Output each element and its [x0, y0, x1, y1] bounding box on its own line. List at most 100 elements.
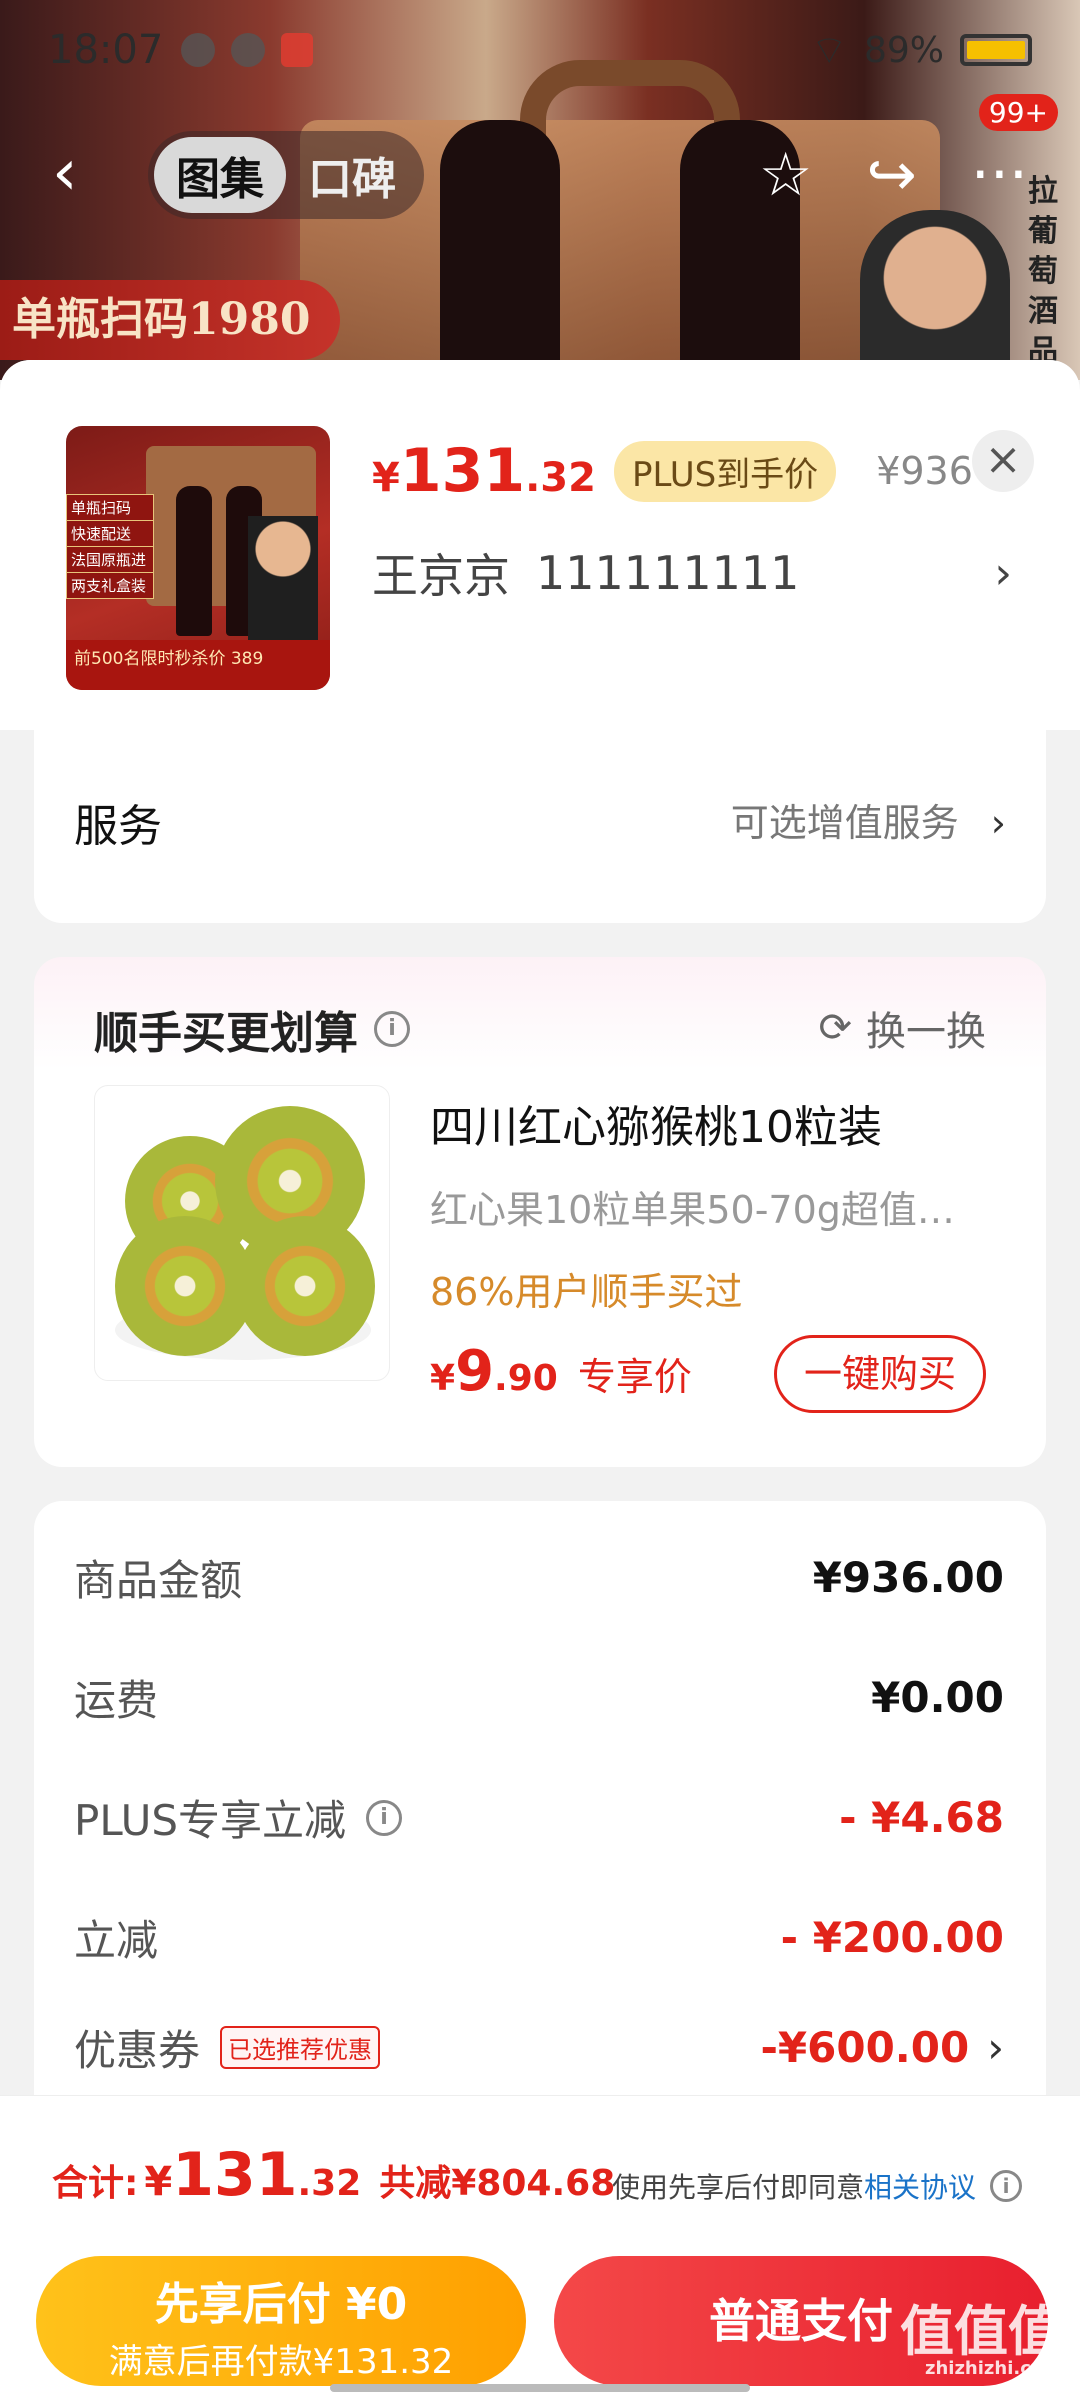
- agreement-row: 使用先享后付即同意相关协议 i: [612, 2166, 1022, 2206]
- chevron-right-icon: ›: [994, 547, 1012, 599]
- coupon-tag: 已选推荐优惠: [220, 2026, 381, 2069]
- service-value: 可选增值服务 ›: [731, 792, 1006, 847]
- rec-price-yen: ¥: [430, 1358, 456, 1399]
- summary-value: -¥600.00: [760, 2023, 970, 2072]
- info-icon[interactable]: i: [374, 1011, 410, 1047]
- summary-value: - ¥4.68: [839, 1793, 1004, 1842]
- plus-price-tag: PLUS到手价: [613, 440, 837, 502]
- more-dots-icon: ···: [970, 140, 1028, 210]
- battery-icon: [960, 34, 1032, 66]
- original-price: ¥936: [876, 449, 973, 493]
- thumb-label: 两支礼盒装: [66, 572, 154, 599]
- recommend-title: 顺手买更划算 i: [94, 997, 410, 1061]
- refresh-icon: ⟳: [818, 1005, 852, 1051]
- service-label: 服务: [74, 801, 162, 852]
- spokesperson-image: [860, 210, 1010, 380]
- rec-price-tag: 专享价: [577, 1355, 692, 1399]
- checkout-sheet: 单瓶扫码1980 快速配送 京东 法国原瓶进口 两支礼盒装 前500名限时秒杀价…: [0, 360, 1080, 2400]
- top-nav: ‹ 图集 口碑 ☆ ↪ ··· 99+: [0, 94, 1080, 230]
- address-name: 王京京: [372, 549, 510, 603]
- price-yen: ¥: [372, 455, 400, 501]
- address-phone: 111111111: [536, 546, 800, 600]
- service-value-text: 可选增值服务: [730, 801, 959, 845]
- chevron-right-icon: ›: [987, 2023, 1004, 2072]
- summary-row-plus-discount: PLUS专享立减 i - ¥4.68: [74, 1787, 1004, 1848]
- message-badge: 99+: [978, 94, 1058, 131]
- promo-ribbon: 单瓶扫码1980: [0, 280, 340, 360]
- final-price: ¥131.32: [372, 436, 596, 506]
- kiwi-product-image[interactable]: [94, 1085, 390, 1381]
- status-bar: 18:07 ⌔ 89%: [0, 0, 1080, 100]
- total-saved: 共减¥804.68: [379, 2163, 616, 2204]
- thumb-bottom-strip: 前500名限时秒杀价 389: [66, 640, 330, 690]
- recommend-bought-rate: 86%用户顺手买过: [430, 1270, 743, 1314]
- one-click-buy-button[interactable]: 一键购买: [774, 1335, 986, 1413]
- notification-icon: [181, 33, 216, 67]
- total-label: 合计:: [52, 2163, 139, 2204]
- close-button[interactable]: ×: [972, 430, 1034, 492]
- close-icon: ×: [984, 434, 1022, 485]
- price-row: ¥131.32 PLUS到手价 ¥936: [372, 436, 973, 506]
- summary-label: 商品金额: [74, 1556, 243, 1605]
- more-button[interactable]: ··· 99+: [970, 94, 1058, 210]
- pay-later-line2: 满意后再付款¥131.32: [108, 2342, 454, 2382]
- summary-label: 立减: [74, 1916, 159, 1965]
- kiwi-shape: [235, 1216, 375, 1356]
- summary-label-text: PLUS专享立减: [74, 1796, 347, 1845]
- watermark-sub: zhizhizhi.com: [924, 2358, 1062, 2379]
- summary-row-shipping: 运费 ¥0.00: [74, 1667, 1004, 1728]
- agreement-text: 使用先享后付即同意相关协议: [612, 2166, 976, 2206]
- recommend-price: ¥9.90 专享价: [430, 1339, 692, 1404]
- summary-label-text: 优惠券: [74, 2026, 201, 2075]
- total-dec: .32: [297, 2163, 362, 2204]
- tab-reviews[interactable]: 口碑: [286, 137, 418, 213]
- summary-label: PLUS专享立减 i: [74, 1787, 403, 1848]
- chevron-right-icon: ›: [990, 801, 1006, 845]
- summary-value: ¥936.00: [812, 1553, 1004, 1602]
- battery-percent: 89%: [863, 29, 944, 71]
- favorite-star-icon[interactable]: ☆: [759, 140, 813, 210]
- brand-vertical-text: 拉葡萄酒品: [1028, 174, 1058, 369]
- swap-button[interactable]: ⟳ 换一换: [818, 999, 986, 1057]
- total-row: 合计: ¥131.32 共减¥804.68: [52, 2140, 615, 2210]
- agreement-link[interactable]: 相关协议: [864, 2171, 976, 2204]
- watermark-text: 值值值: [900, 2300, 1062, 2363]
- summary-value: - ¥200.00: [780, 1913, 1004, 1962]
- summary-row-instant-discount: 立减 - ¥200.00: [74, 1907, 1004, 1968]
- pay-later-button[interactable]: 先享后付 ¥0 满意后再付款¥131.32: [36, 2256, 526, 2386]
- total-yen: ¥: [144, 2159, 173, 2205]
- qq-icon: [231, 33, 266, 67]
- back-arrow-icon: ‹: [52, 136, 78, 210]
- watermark-logo: 值值值 zhizhizhi.com: [900, 2305, 1062, 2379]
- share-icon[interactable]: ↪: [867, 140, 917, 210]
- recommend-card: 顺手买更划算 i ⟳ 换一换 四川红心猕猴桃10粒装 红心果10粒单果50-70…: [34, 957, 1046, 1467]
- summary-label: 优惠券 已选推荐优惠: [74, 2017, 381, 2078]
- wifi-icon: ⌔: [810, 28, 848, 74]
- gallery-tabs: 图集 口碑: [148, 131, 424, 219]
- total-int: 131: [172, 2140, 298, 2210]
- summary-value: ¥0.00: [871, 1673, 1004, 1722]
- service-card[interactable]: 服务 可选增值服务 ›: [34, 730, 1046, 923]
- info-icon[interactable]: i: [366, 1799, 403, 1836]
- recommend-title-text: 顺手买更划算: [94, 1008, 358, 1059]
- address-row[interactable]: 王京京 111111111 ›: [372, 540, 1012, 606]
- price-dec: .32: [525, 455, 596, 501]
- thumb-bottle: [176, 486, 212, 636]
- tab-gallery[interactable]: 图集: [154, 137, 286, 213]
- app-notification-icon: [281, 33, 314, 67]
- summary-label: 运费: [74, 1676, 159, 1725]
- rec-price-int: 9: [455, 1339, 495, 1404]
- back-button[interactable]: ‹: [52, 141, 112, 205]
- recommend-product-desc: 红心果10粒单果50-70g超值…: [430, 1188, 955, 1232]
- kiwi-shape: [115, 1216, 255, 1356]
- summary-row-goods: 商品金额 ¥936.00: [74, 1547, 1004, 1608]
- swap-label: 换一换: [866, 1009, 986, 1055]
- info-icon[interactable]: i: [990, 2170, 1022, 2202]
- summary-row-coupon[interactable]: 优惠券 已选推荐优惠 -¥600.00 ›: [74, 2017, 1004, 2078]
- recommend-product-name[interactable]: 四川红心猕猴桃10粒装: [430, 1091, 882, 1155]
- agreement-prefix: 使用先享后付即同意: [611, 2171, 864, 2204]
- product-thumbnail: 单瓶扫码1980 快速配送 京东 法国原瓶进口 两支礼盒装 前500名限时秒杀价…: [66, 426, 330, 690]
- pay-later-line1: 先享后付 ¥0: [154, 2279, 408, 2330]
- home-indicator[interactable]: [330, 2384, 750, 2392]
- rec-price-dec: .90: [494, 1358, 558, 1399]
